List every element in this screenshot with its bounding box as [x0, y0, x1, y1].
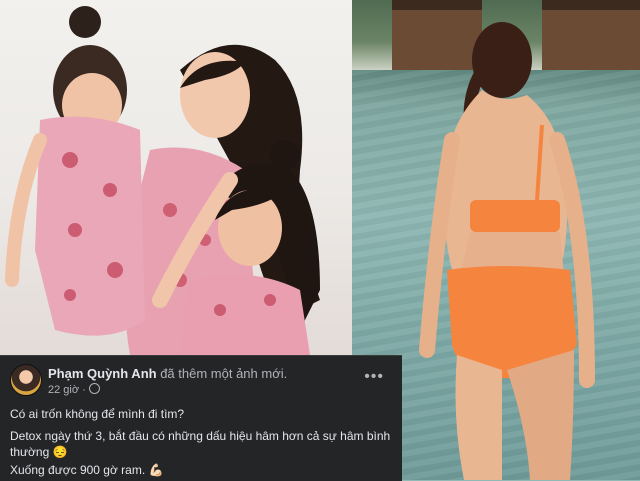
post-meta: 22 giờ · [48, 383, 100, 396]
globe-icon [88, 383, 100, 394]
avatar[interactable] [10, 364, 42, 396]
post-time[interactable]: 22 giờ · [48, 384, 86, 396]
post-text-line-3: Xuống được 900 gờ ram. 💪🏻 [10, 463, 164, 477]
post-action-text: đã thêm một ảnh mới. [160, 366, 288, 381]
post-text-line-1: Có ai trốn không để mình đi tìm? [10, 407, 185, 421]
author-name[interactable]: Phạm Quỳnh Anh [48, 366, 157, 381]
post-header: Phạm Quỳnh Anh đã thêm một ảnh mới. [48, 366, 287, 381]
facebook-post-card: Phạm Quỳnh Anh đã thêm một ảnh mới. 22 g… [0, 355, 402, 481]
post-text-line-2: Detox ngày thứ 3, bắt đầu có những dấu h… [10, 429, 391, 459]
more-options-button[interactable]: ••• [364, 368, 384, 386]
